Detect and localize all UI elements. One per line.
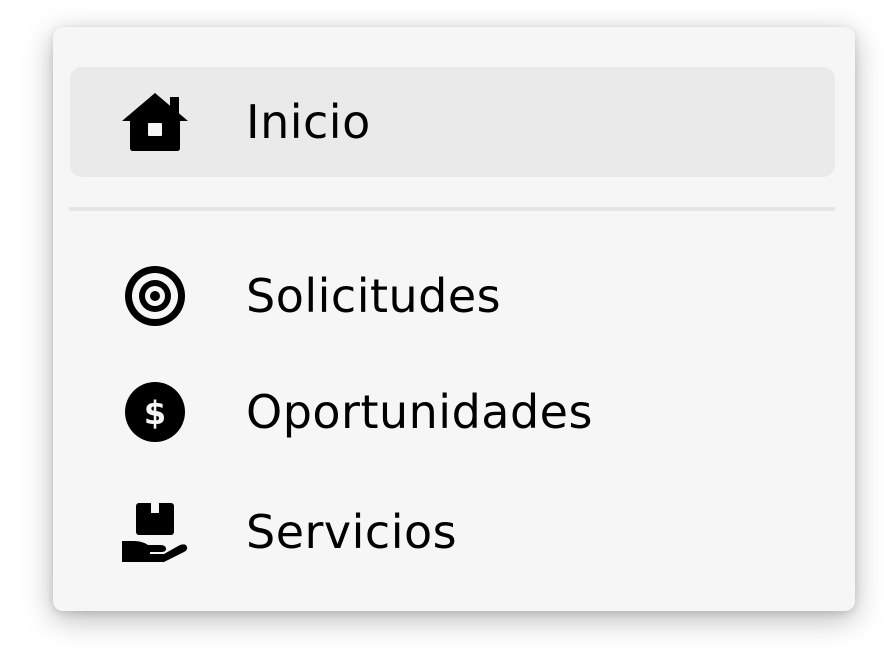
menu-divider <box>69 207 835 211</box>
menu-item-label: Inicio <box>246 95 371 149</box>
menu-item-label: Oportunidades <box>246 385 593 439</box>
svg-text:$: $ <box>144 394 166 432</box>
target-icon <box>120 261 190 331</box>
menu-item-label: Solicitudes <box>246 269 502 323</box>
menu-item-inicio[interactable]: Inicio <box>70 67 835 177</box>
navigation-menu: Inicio Solicitudes $ Oportunidades Servi… <box>53 27 855 611</box>
home-icon <box>120 87 190 157</box>
menu-item-label: Servicios <box>246 505 458 559</box>
menu-item-solicitudes[interactable]: Solicitudes <box>70 241 835 351</box>
dollar-circle-icon: $ <box>120 377 190 447</box>
hand-box-icon <box>120 497 190 567</box>
menu-item-servicios[interactable]: Servicios <box>70 477 835 587</box>
menu-item-oportunidades[interactable]: $ Oportunidades <box>70 357 835 467</box>
